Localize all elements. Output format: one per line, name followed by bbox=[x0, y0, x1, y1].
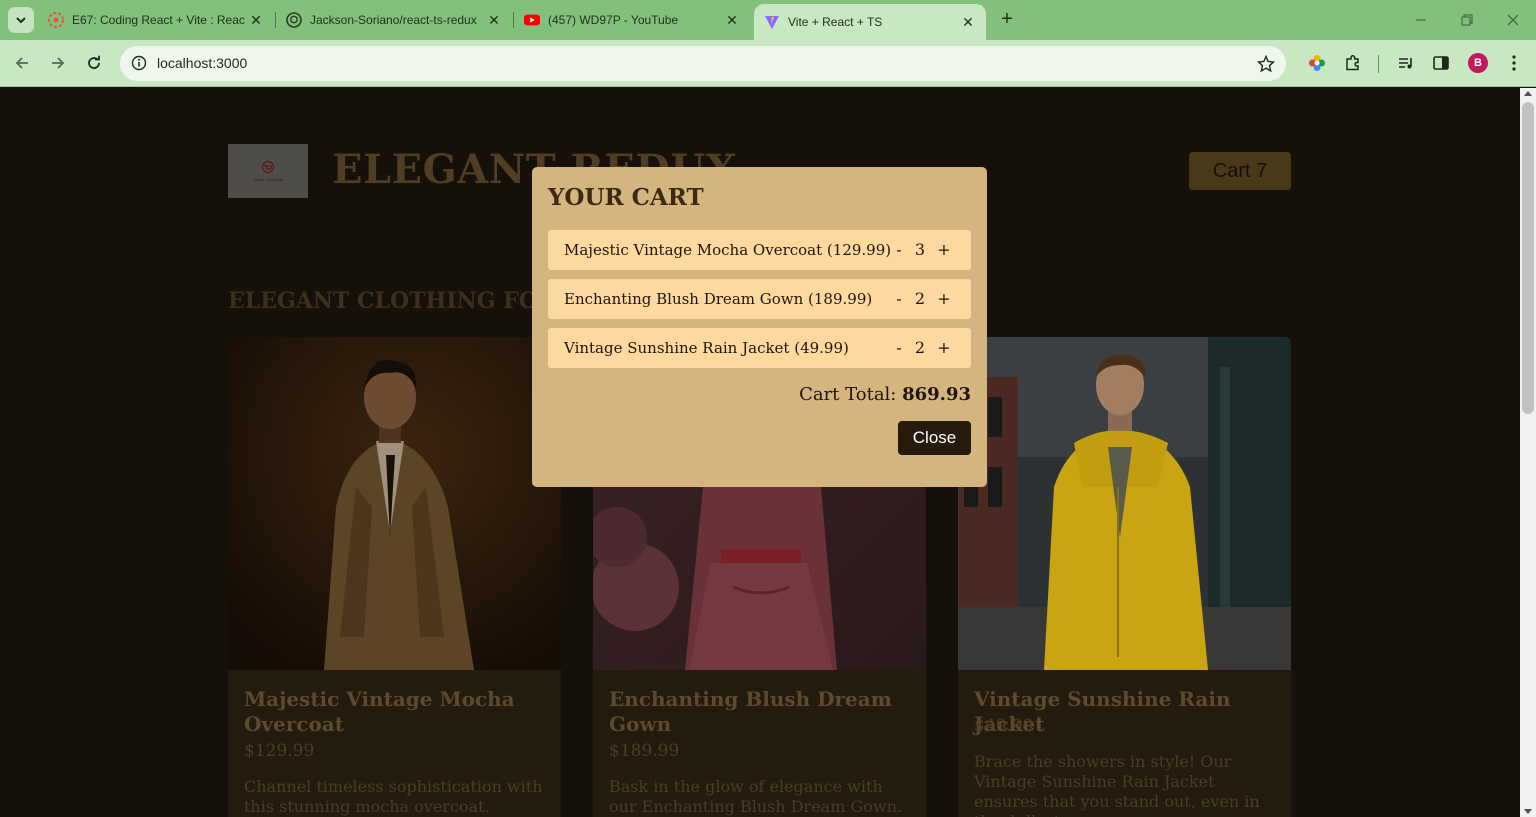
minimize-icon bbox=[1416, 19, 1426, 21]
site-info-icon[interactable] bbox=[128, 52, 150, 74]
page-scrollbar[interactable] bbox=[1520, 88, 1536, 817]
github-icon bbox=[286, 12, 302, 28]
new-tab-button[interactable]: + bbox=[996, 8, 1018, 30]
product-description: Brace the showers in style! Our Vintage … bbox=[974, 752, 1260, 817]
minimize-button[interactable] bbox=[1398, 6, 1444, 34]
browser-tab[interactable]: Jackson-Soriano/react-ts-redux ✕ bbox=[276, 6, 512, 34]
site-logo[interactable]: Online Shopping bbox=[228, 144, 308, 198]
window-close-button[interactable] bbox=[1490, 6, 1536, 34]
cart-modal-title: YOUR CART bbox=[548, 184, 704, 211]
increase-quantity-button[interactable]: + bbox=[936, 336, 952, 358]
browser-tab[interactable]: E67: Coding React + Vite : Reac ✕ bbox=[38, 6, 274, 34]
product-card: Vintage Sunshine Rain Jacket $49.99 Brac… bbox=[958, 337, 1291, 817]
cart-item-name: Enchanting Blush Dream Gown (189.99) bbox=[564, 290, 873, 308]
address-bar[interactable]: localhost:3000 bbox=[120, 46, 1286, 81]
restore-icon bbox=[1461, 14, 1473, 26]
reload-icon bbox=[88, 55, 100, 69]
url-text: localhost:3000 bbox=[157, 55, 248, 71]
scroll-down-arrow-icon[interactable] bbox=[1524, 809, 1532, 814]
restore-button[interactable] bbox=[1444, 6, 1490, 34]
chevron-down-icon bbox=[16, 17, 26, 24]
cart-button[interactable]: Cart 7 bbox=[1189, 152, 1291, 190]
quantity-value: 3 bbox=[914, 240, 926, 259]
cart-item: Enchanting Blush Dream Gown (189.99) - 2… bbox=[548, 279, 971, 319]
profile-avatar[interactable]: B bbox=[1468, 53, 1488, 73]
increase-quantity-button[interactable]: + bbox=[936, 238, 952, 260]
reload-button[interactable] bbox=[82, 51, 106, 75]
forward-button[interactable] bbox=[46, 51, 70, 75]
browser-tab[interactable]: (457) WD97P - YouTube ✕ bbox=[514, 6, 750, 34]
shopping-cart-icon bbox=[262, 160, 274, 173]
product-price: $49.99 bbox=[974, 716, 1034, 736]
cart-item: Majestic Vintage Mocha Overcoat (129.99)… bbox=[548, 230, 971, 270]
tab-search-button[interactable] bbox=[8, 7, 34, 33]
cart-total: Cart Total: 869.93 bbox=[799, 384, 971, 405]
browser-tab-active[interactable]: Vite + React + TS ✕ bbox=[754, 4, 986, 40]
product-image-overcoat bbox=[228, 337, 561, 670]
bookmark-star-icon[interactable] bbox=[1256, 54, 1276, 74]
quantity-value: 2 bbox=[914, 338, 926, 357]
cart-total-value: 869.93 bbox=[902, 384, 971, 405]
tab-title: Jackson-Soriano/react-ts-redux bbox=[310, 13, 477, 27]
menu-kebab-icon[interactable] bbox=[1503, 52, 1525, 74]
youtube-icon bbox=[524, 12, 540, 28]
scrollbar-thumb[interactable] bbox=[1522, 102, 1534, 414]
tab-title: Vite + React + TS bbox=[788, 15, 883, 29]
browser-toolbar: localhost:3000 B bbox=[0, 40, 1536, 87]
close-icon[interactable]: ✕ bbox=[248, 12, 264, 28]
product-price: $129.99 bbox=[244, 741, 315, 761]
product-card: Majestic Vintage Mocha Overcoat $129.99 … bbox=[228, 337, 561, 817]
close-icon[interactable]: ✕ bbox=[486, 12, 502, 28]
vite-icon bbox=[764, 14, 780, 30]
close-button[interactable]: Close bbox=[898, 421, 971, 455]
cart-item-name: Vintage Sunshine Rain Jacket (49.99) bbox=[564, 339, 849, 357]
side-panel-icon[interactable] bbox=[1430, 52, 1452, 74]
arrow-right-icon bbox=[52, 57, 65, 69]
logo-text: Online Shopping bbox=[253, 176, 283, 182]
product-name: Majestic Vintage Mocha Overcoat bbox=[244, 687, 515, 736]
arrow-left-icon bbox=[15, 57, 28, 69]
scroll-up-arrow-icon[interactable] bbox=[1524, 91, 1532, 96]
back-button[interactable] bbox=[10, 51, 34, 75]
quantity-value: 2 bbox=[914, 289, 926, 308]
extensions-puzzle-icon[interactable] bbox=[1342, 52, 1364, 74]
product-image-rain-jacket bbox=[958, 337, 1291, 670]
increase-quantity-button[interactable]: + bbox=[936, 287, 952, 309]
media-control-icon[interactable] bbox=[1395, 52, 1417, 74]
product-price: $189.99 bbox=[609, 741, 680, 761]
tab-title: E67: Coding React + Vite : Reac bbox=[72, 13, 245, 27]
cart-item: Vintage Sunshine Rain Jacket (49.99) - 2… bbox=[548, 328, 971, 368]
cart-total-label: Cart Total: bbox=[799, 384, 897, 405]
product-name: Enchanting Blush Dream Gown bbox=[609, 687, 892, 736]
tab-title: (457) WD97P - YouTube bbox=[548, 13, 679, 27]
decrease-quantity-button[interactable]: - bbox=[891, 238, 907, 260]
product-description: Channel timeless sophistication with thi… bbox=[244, 777, 543, 816]
color-extension-icon[interactable] bbox=[1306, 52, 1328, 74]
toolbar-divider bbox=[1378, 55, 1379, 73]
cart-modal: YOUR CART Majestic Vintage Mocha Overcoa… bbox=[532, 167, 987, 487]
close-icon bbox=[1507, 14, 1519, 26]
close-icon[interactable]: ✕ bbox=[960, 14, 976, 30]
product-description: Bask in the glow of elegance with our En… bbox=[609, 777, 902, 816]
decrease-quantity-button[interactable]: - bbox=[891, 287, 907, 309]
cart-item-name: Majestic Vintage Mocha Overcoat (129.99) bbox=[564, 241, 892, 259]
decrease-quantity-button[interactable]: - bbox=[891, 336, 907, 358]
close-icon[interactable]: ✕ bbox=[724, 12, 740, 28]
udemy-icon bbox=[48, 12, 64, 28]
browser-tab-strip: E67: Coding React + Vite : Reac ✕ Jackso… bbox=[0, 0, 1536, 40]
